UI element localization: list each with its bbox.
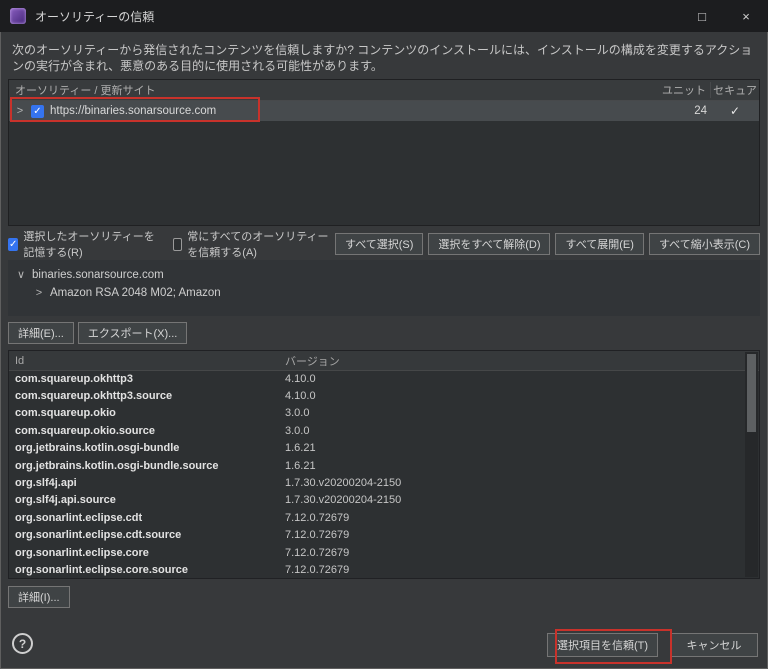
close-button[interactable]: × bbox=[724, 0, 768, 32]
titlebar: オーソリティーの信頼 □ × bbox=[0, 0, 768, 32]
window-title: オーソリティーの信頼 bbox=[35, 8, 154, 25]
expand-chevron-icon[interactable]: > bbox=[15, 105, 25, 117]
table-row[interactable]: com.squareup.okhttp34.10.0 bbox=[9, 370, 745, 387]
certificate-child-label: Amazon RSA 2048 M02; Amazon bbox=[50, 287, 221, 299]
column-header-units: ユニット bbox=[654, 82, 710, 98]
certificate-export-button[interactable]: エクスポート(X)... bbox=[78, 322, 188, 344]
unit-id: com.squareup.okio bbox=[9, 407, 281, 419]
help-button[interactable]: ? bbox=[12, 633, 33, 654]
unit-id: com.squareup.okio.source bbox=[9, 425, 281, 437]
expand-chevron-icon[interactable]: > bbox=[34, 287, 44, 299]
table-row[interactable]: org.slf4j.api1.7.30.v20200204-2150 bbox=[9, 474, 745, 491]
deselect-all-button[interactable]: 選択をすべて解除(D) bbox=[428, 233, 550, 255]
select-all-button[interactable]: すべて選択(S) bbox=[335, 233, 423, 255]
certificate-root-item[interactable]: ∨ binaries.sonarsource.com bbox=[8, 260, 760, 281]
certificate-child-item[interactable]: > Amazon RSA 2048 M02; Amazon bbox=[8, 281, 760, 299]
collapse-chevron-icon[interactable]: ∨ bbox=[16, 268, 26, 281]
certificate-root-label: binaries.sonarsource.com bbox=[32, 269, 164, 281]
remember-authorities-checkbox[interactable]: ✓ bbox=[8, 238, 18, 251]
unit-id: org.jetbrains.kotlin.osgi-bundle.source bbox=[9, 460, 281, 472]
certificate-details-button[interactable]: 詳細(E)... bbox=[8, 322, 74, 344]
secure-check-icon: ✓ bbox=[730, 104, 740, 118]
unit-version: 4.10.0 bbox=[281, 390, 745, 402]
table-row[interactable]: com.squareup.okio3.0.0 bbox=[9, 405, 745, 422]
column-header-secure: セキュア bbox=[710, 82, 759, 98]
unit-version: 7.12.0.72679 bbox=[281, 547, 745, 559]
trust-all-authorities-label[interactable]: 常にすべてのオーソリティーを信頼する(A) bbox=[187, 228, 335, 260]
authority-units-count: 24 bbox=[655, 105, 711, 117]
table-row[interactable]: org.sonarlint.eclipse.cdt.source7.12.0.7… bbox=[9, 527, 745, 544]
unit-version: 1.7.30.v20200204-2150 bbox=[281, 494, 745, 506]
unit-id: org.sonarlint.eclipse.core.source bbox=[9, 564, 281, 576]
authority-row-selected[interactable]: > ✓ https://binaries.sonarsource.com 24 … bbox=[9, 101, 759, 121]
column-header-authority: オーソリティー / 更新サイト bbox=[9, 82, 654, 98]
authorities-table: オーソリティー / 更新サイト ユニット セキュア > ✓ https://bi… bbox=[8, 79, 760, 226]
table-row[interactable]: org.sonarlint.eclipse.core7.12.0.72679 bbox=[9, 544, 745, 561]
units-table: Id バージョン com.squareup.okhttp34.10.0 com.… bbox=[8, 350, 760, 579]
check-icon: ✓ bbox=[9, 238, 17, 251]
trust-all-authorities-checkbox[interactable] bbox=[173, 238, 183, 251]
table-row[interactable]: org.jetbrains.kotlin.osgi-bundle.source1… bbox=[9, 457, 745, 474]
expand-all-button[interactable]: すべて展開(E) bbox=[555, 233, 643, 255]
app-icon bbox=[10, 8, 26, 24]
cancel-button[interactable]: キャンセル bbox=[670, 633, 758, 657]
unit-version: 7.12.0.72679 bbox=[281, 564, 745, 576]
table-row[interactable]: org.jetbrains.kotlin.osgi-bundle1.6.21 bbox=[9, 440, 745, 457]
table-row[interactable]: org.sonarlint.eclipse.core.source7.12.0.… bbox=[9, 561, 745, 578]
unit-id: org.sonarlint.eclipse.cdt bbox=[9, 512, 281, 524]
dialog-description: 次のオーソリティーから発信されたコンテンツを信頼しますか? コンテンツのインスト… bbox=[12, 42, 756, 74]
table-row[interactable]: com.squareup.okhttp3.source4.10.0 bbox=[9, 387, 745, 404]
unit-id: org.slf4j.api.source bbox=[9, 494, 281, 506]
remember-authorities-label[interactable]: 選択したオーソリティーを記憶する(R) bbox=[23, 228, 158, 260]
unit-id: org.jetbrains.kotlin.osgi-bundle bbox=[9, 442, 281, 454]
unit-version: 3.0.0 bbox=[281, 425, 745, 437]
unit-id: com.squareup.okhttp3 bbox=[9, 373, 281, 385]
authority-url: https://binaries.sonarsource.com bbox=[50, 105, 216, 117]
column-header-id: Id bbox=[9, 355, 281, 367]
maximize-button[interactable]: □ bbox=[680, 0, 724, 32]
table-row[interactable]: org.slf4j.api.source1.7.30.v20200204-215… bbox=[9, 492, 745, 509]
unit-version: 7.12.0.72679 bbox=[281, 512, 745, 524]
close-icon: × bbox=[742, 9, 750, 24]
table-row[interactable]: org.sonarlint.eclipse.cdt7.12.0.72679 bbox=[9, 509, 745, 526]
options-row: ✓ 選択したオーソリティーを記憶する(R) 常にすべてのオーソリティーを信頼する… bbox=[8, 232, 760, 256]
unit-id: com.squareup.okhttp3.source bbox=[9, 390, 281, 402]
unit-id: org.slf4j.api bbox=[9, 477, 281, 489]
maximize-icon: □ bbox=[698, 9, 706, 24]
unit-version: 1.6.21 bbox=[281, 460, 745, 472]
check-icon: ✓ bbox=[33, 105, 41, 118]
authorities-table-header: オーソリティー / 更新サイト ユニット セキュア bbox=[9, 80, 759, 101]
scrollbar-thumb[interactable] bbox=[747, 354, 756, 432]
certificate-tree: ∨ binaries.sonarsource.com > Amazon RSA … bbox=[8, 260, 760, 316]
unit-id: org.sonarlint.eclipse.core bbox=[9, 547, 281, 559]
authority-checkbox[interactable]: ✓ bbox=[31, 105, 44, 118]
trust-selected-button[interactable]: 選択項目を信頼(T) bbox=[547, 633, 658, 657]
unit-details-button[interactable]: 詳細(I)... bbox=[8, 586, 70, 608]
unit-version: 1.6.21 bbox=[281, 442, 745, 454]
vertical-scrollbar[interactable] bbox=[745, 352, 758, 577]
units-table-body: com.squareup.okhttp34.10.0 com.squareup.… bbox=[9, 370, 745, 578]
table-row[interactable]: com.squareup.okio.source3.0.0 bbox=[9, 422, 745, 439]
unit-version: 7.12.0.72679 bbox=[281, 529, 745, 541]
unit-version: 1.7.30.v20200204-2150 bbox=[281, 477, 745, 489]
help-icon: ? bbox=[19, 637, 26, 651]
unit-version: 4.10.0 bbox=[281, 373, 745, 385]
unit-version: 3.0.0 bbox=[281, 407, 745, 419]
units-table-header: Id バージョン bbox=[9, 351, 759, 371]
collapse-all-button[interactable]: すべて縮小表示(C) bbox=[649, 233, 760, 255]
column-header-version: バージョン bbox=[281, 353, 759, 369]
unit-id: org.sonarlint.eclipse.cdt.source bbox=[9, 529, 281, 541]
trust-authorities-dialog: オーソリティーの信頼 □ × 次のオーソリティーから発信されたコンテンツを信頼し… bbox=[0, 0, 768, 669]
